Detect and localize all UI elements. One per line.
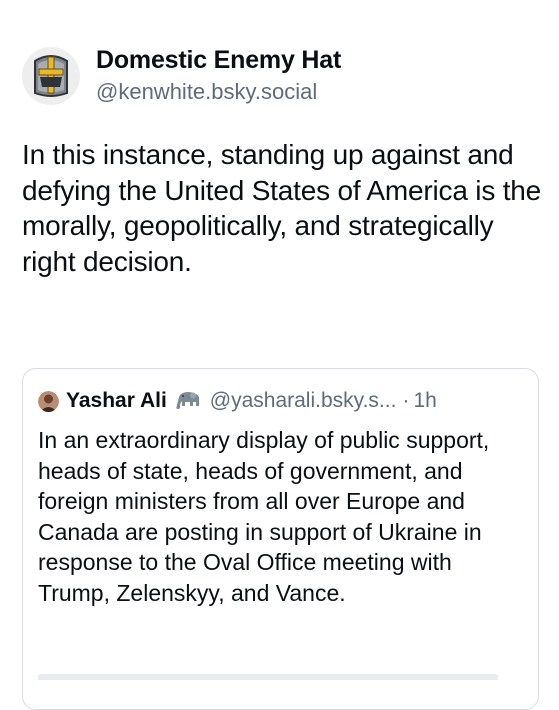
post-author: Domestic Enemy Hat @kenwhite.bsky.social	[96, 44, 341, 108]
post-header: Domestic Enemy Hat @kenwhite.bsky.social	[22, 44, 341, 108]
quote-text: In an extraordinary display of public su…	[38, 427, 490, 606]
quote-separator: ·	[402, 389, 410, 412]
quote-author-name[interactable]: Yashar Ali	[66, 389, 167, 413]
avatar[interactable]	[22, 47, 80, 105]
quote-timestamp[interactable]: 1h	[413, 389, 436, 413]
author-handle[interactable]: @kenwhite.bsky.social	[96, 76, 341, 108]
post-text: In this instance, standing up against an…	[22, 139, 542, 277]
quote-post-card[interactable]: Yashar Ali @yasharali.bsky.s... · 1h In …	[22, 368, 539, 710]
knight-helmet-icon	[34, 55, 68, 97]
post: Domestic Enemy Hat @kenwhite.bsky.social…	[0, 0, 559, 710]
quote-avatar[interactable]	[38, 390, 59, 412]
quote-author-handle[interactable]: @yasharali.bsky.s...	[210, 389, 397, 413]
quote-header: Yashar Ali @yasharali.bsky.s... · 1h	[38, 389, 538, 413]
quote-avatar-image	[38, 390, 59, 412]
embed-preview-edge	[38, 674, 498, 680]
author-display-name[interactable]: Domestic Enemy Hat	[96, 44, 341, 76]
elephant-icon	[175, 391, 203, 411]
